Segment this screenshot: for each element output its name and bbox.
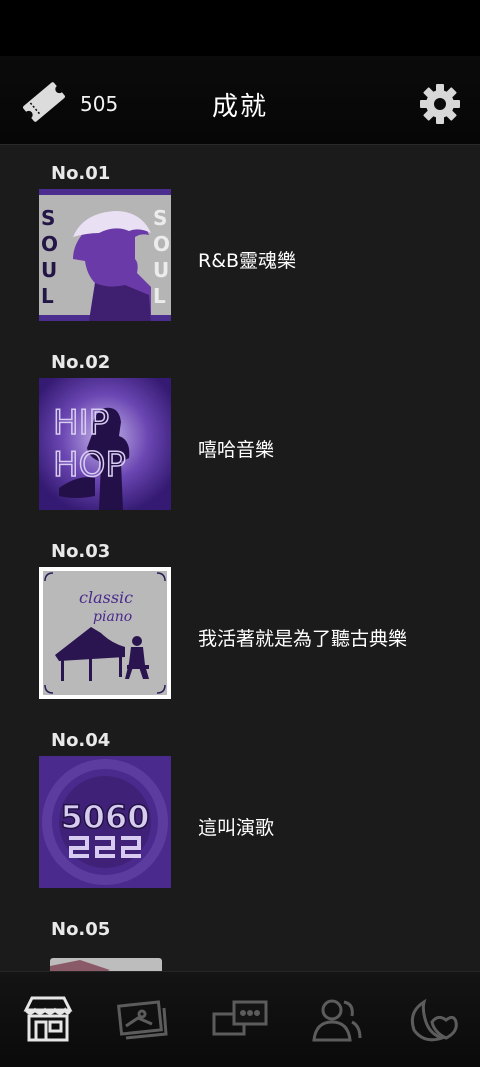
album-cover-partial (50, 958, 162, 971)
achievement-name: R&B靈魂樂 (198, 250, 297, 272)
album-cover-hiphop: HIP HOP (39, 378, 171, 510)
achievement-number: No.02 (51, 352, 111, 373)
gear-icon[interactable] (418, 82, 462, 126)
achievement-list[interactable]: No.01 S O U L S O U L R&B靈魂樂 No.02 HIP H… (0, 145, 480, 971)
achievement-name: 我活著就是為了聽古典樂 (198, 628, 408, 650)
achievement-item[interactable]: No.05 (0, 901, 480, 971)
cover-text-5060: 5060 (60, 798, 149, 836)
header: 505 成就 (0, 56, 480, 145)
album-cover-classic-piano: classic piano (39, 567, 171, 699)
svg-text:HOP: HOP (53, 445, 126, 485)
achievement-number: No.05 (51, 919, 111, 940)
album-cover-5060: 5060 (39, 756, 171, 888)
achievement-name: 嘻哈音樂 (198, 439, 275, 461)
cover-text-soul: S (41, 206, 55, 230)
svg-text:L: L (41, 284, 54, 308)
page-title: 成就 (211, 92, 268, 122)
cover-text-piano: piano (93, 609, 132, 625)
bottom-nav (0, 971, 480, 1067)
achievement-number: No.01 (51, 163, 111, 184)
svg-text:O: O (153, 232, 170, 256)
svg-text:U: U (153, 258, 169, 282)
achievement-item[interactable]: No.03 classic piano 我活著就是為了聽古典樂 (0, 523, 480, 712)
svg-text:O: O (41, 232, 58, 256)
achievement-name: 這叫演歌 (198, 817, 275, 839)
chat-icon[interactable] (210, 992, 270, 1048)
cover-text-classic: classic (79, 588, 133, 607)
shop-icon[interactable] (18, 992, 78, 1048)
status-bar (0, 0, 480, 56)
album-icon[interactable] (112, 992, 172, 1048)
achievement-number: No.03 (51, 541, 111, 562)
friends-icon[interactable] (306, 992, 366, 1048)
achievement-item[interactable]: No.02 HIP HOP 嘻哈音樂 (0, 334, 480, 523)
svg-text:L: L (153, 284, 166, 308)
achievement-number: No.04 (51, 730, 111, 751)
moon-icon[interactable] (402, 992, 462, 1048)
album-cover-soul: S O U L S O U L (39, 189, 171, 321)
achievement-item[interactable]: No.04 5060 這叫演歌 (0, 712, 480, 901)
svg-text:S: S (153, 206, 167, 230)
svg-text:U: U (41, 258, 57, 282)
cover-text-hiphop: HIP (53, 403, 109, 443)
achievement-item[interactable]: No.01 S O U L S O U L R&B靈魂樂 (0, 145, 480, 334)
